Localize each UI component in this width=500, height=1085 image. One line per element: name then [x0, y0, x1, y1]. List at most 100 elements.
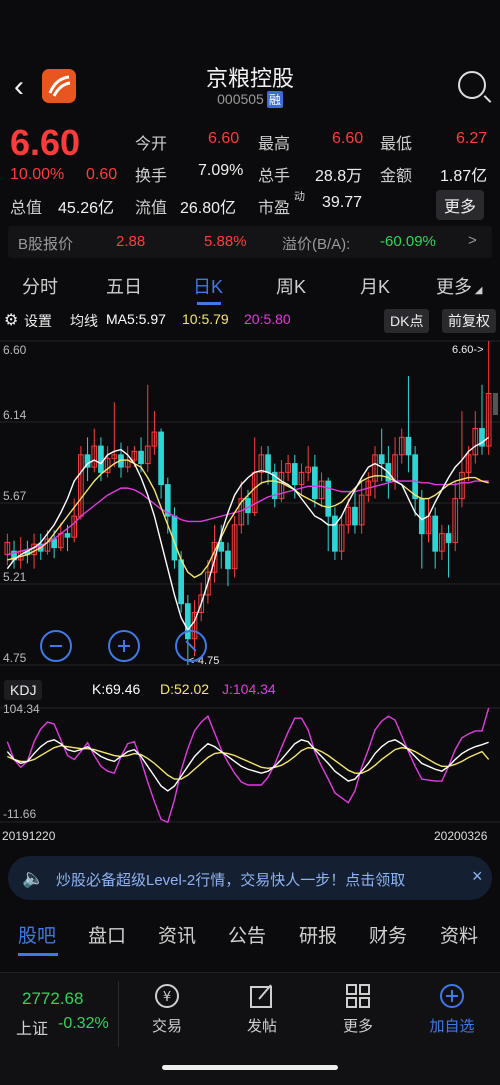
tab-daily-k[interactable]: 日K: [193, 273, 223, 299]
change-pct: 10.00%: [10, 166, 65, 183]
premium-value: -60.09%: [380, 233, 436, 250]
candle-body: [218, 541, 225, 552]
index-pct[interactable]: -0.32%: [58, 1015, 109, 1033]
speaker-icon: 🔈: [22, 868, 45, 888]
zoom-out-icon[interactable]: [40, 630, 72, 662]
adjust-button[interactable]: 前复权: [442, 309, 496, 333]
scroll-thumb: [493, 393, 498, 415]
tab-intraday[interactable]: 分时: [22, 273, 58, 299]
kdj-j: J:104.34: [222, 681, 276, 697]
float-cap-label: 流值: [135, 200, 168, 217]
index-value[interactable]: 2772.68: [22, 989, 83, 1009]
nav-trade-label: 交易: [151, 1018, 182, 1035]
close-icon[interactable]: ×: [472, 866, 483, 887]
nav-post[interactable]: 发帖: [222, 983, 302, 1036]
price-axis-label: 6.60: [3, 343, 27, 357]
amount-value: 1.87亿: [440, 168, 488, 185]
zoom-in-icon[interactable]: [108, 630, 140, 662]
triangle-icon: ◢: [472, 285, 483, 296]
settings-label[interactable]: 设置: [24, 311, 52, 331]
kdj-selector[interactable]: KDJ: [4, 680, 43, 700]
tab-five-day[interactable]: 五日: [106, 273, 142, 299]
market-cap-label: 总值: [10, 200, 43, 217]
tab-finance[interactable]: 财务: [369, 921, 407, 948]
kdj-k: K:69.46: [92, 681, 141, 697]
ma10-value: 10:5.79: [182, 311, 229, 327]
candle-body: [405, 436, 412, 456]
current-price: 6.60: [10, 122, 81, 163]
kdj-top-label: 104.34: [3, 702, 40, 716]
kdj-j-line: [6, 707, 490, 824]
fullscreen-icon[interactable]: [175, 630, 207, 662]
tab-research[interactable]: 研报: [299, 921, 337, 948]
b-share-bar[interactable]: B股报价 2.88 5.88% 溢价(B/A): -60.09% >: [8, 226, 492, 258]
premium-label: 溢价(B/A):: [282, 236, 351, 253]
tab-guba[interactable]: 股吧: [18, 921, 56, 948]
b-share-label: B股报价: [18, 236, 74, 253]
high-label: 最高: [258, 136, 291, 153]
home-indicator: [162, 1065, 338, 1070]
candle-body: [378, 454, 385, 465]
margin-badge: 融: [266, 91, 283, 108]
low-label: 最低: [380, 136, 413, 153]
index-name[interactable]: 上证: [16, 1015, 48, 1039]
price-axis-label: 5.67: [3, 489, 27, 503]
chart-toolbar: ⚙ 设置 均线 MA5:5.97 10:5.79 20:5.80 DK点 前复权: [0, 308, 500, 334]
pe-value: 39.77: [322, 194, 363, 211]
start-date-label: 20191220: [2, 829, 56, 843]
low-value: 6.27: [456, 130, 488, 147]
ma-label: 均线: [70, 313, 98, 329]
plus-circle-icon: [440, 984, 464, 1008]
volume-label: 总手: [258, 168, 291, 185]
nav-more[interactable]: 更多: [318, 983, 398, 1036]
candle-body: [418, 498, 425, 535]
nav-add-watchlist[interactable]: 加自选: [412, 983, 492, 1036]
search-icon[interactable]: [458, 71, 486, 99]
price-axis-label: 6.14: [3, 408, 27, 422]
kdj-chart: 104.34 -11.66 20191220 20200326: [0, 702, 500, 843]
kdj-bottom-label: -11.66: [3, 807, 36, 821]
candle-body: [98, 445, 104, 473]
ma20-value: 20:5.80: [244, 311, 291, 327]
tab-announcement[interactable]: 公告: [228, 921, 266, 948]
more-quote-button[interactable]: 更多: [436, 190, 485, 220]
edit-icon: [250, 984, 272, 1008]
candle-body: [312, 466, 318, 500]
kdj-d: D:52.02: [160, 681, 210, 697]
tab-pankou[interactable]: 盘口: [88, 921, 126, 948]
candle-body: [332, 515, 338, 552]
nav-more-label: 更多: [342, 1018, 373, 1035]
pe-label: 市盈: [258, 200, 291, 217]
tab-more-label: 更多: [436, 277, 472, 297]
tab-monthly-k[interactable]: 月K: [360, 273, 390, 299]
dk-point-button[interactable]: DK点: [384, 309, 430, 333]
tab-weekly-k[interactable]: 周K: [276, 273, 306, 299]
market-cap-value: 45.26亿: [58, 200, 115, 217]
volume-value: 28.8万: [315, 168, 363, 185]
promo-banner[interactable]: 🔈 炒股必备超级Level-2行情，交易快人一步！点击领取 ×: [8, 856, 492, 900]
nav-add-label: 加自选: [429, 1018, 475, 1035]
candle-body: [265, 454, 271, 473]
stock-name: 京粮控股: [205, 66, 294, 91]
info-tab-indicator: [18, 953, 58, 956]
tab-news[interactable]: 资讯: [158, 921, 196, 948]
b-share-pct: 5.88%: [204, 233, 247, 250]
candle-body: [325, 480, 332, 517]
nav-trade[interactable]: ¥ 交易: [127, 983, 207, 1036]
candle-body: [225, 550, 231, 570]
info-tabs: 股吧 盘口 资讯 公告 研报 财务 资料: [0, 915, 500, 956]
tab-profile[interactable]: 资料: [440, 921, 478, 948]
price-axis-label: 4.75: [3, 651, 27, 665]
candle-body: [291, 463, 298, 486]
candle-body: [158, 431, 164, 486]
candlestick-chart[interactable]: 6.606.145.675.214.756.60-><-4.75: [0, 333, 500, 678]
gear-icon[interactable]: ⚙: [4, 310, 18, 330]
tab-more[interactable]: 更多 ◢: [436, 273, 482, 299]
candle-body: [445, 533, 452, 543]
tab-indicator: [197, 302, 221, 305]
open-value: 6.60: [208, 130, 240, 147]
high-value: 6.60: [332, 130, 364, 147]
candle-body: [64, 533, 71, 538]
candle-body: [178, 559, 184, 605]
nav-post-label: 发帖: [246, 1018, 277, 1035]
